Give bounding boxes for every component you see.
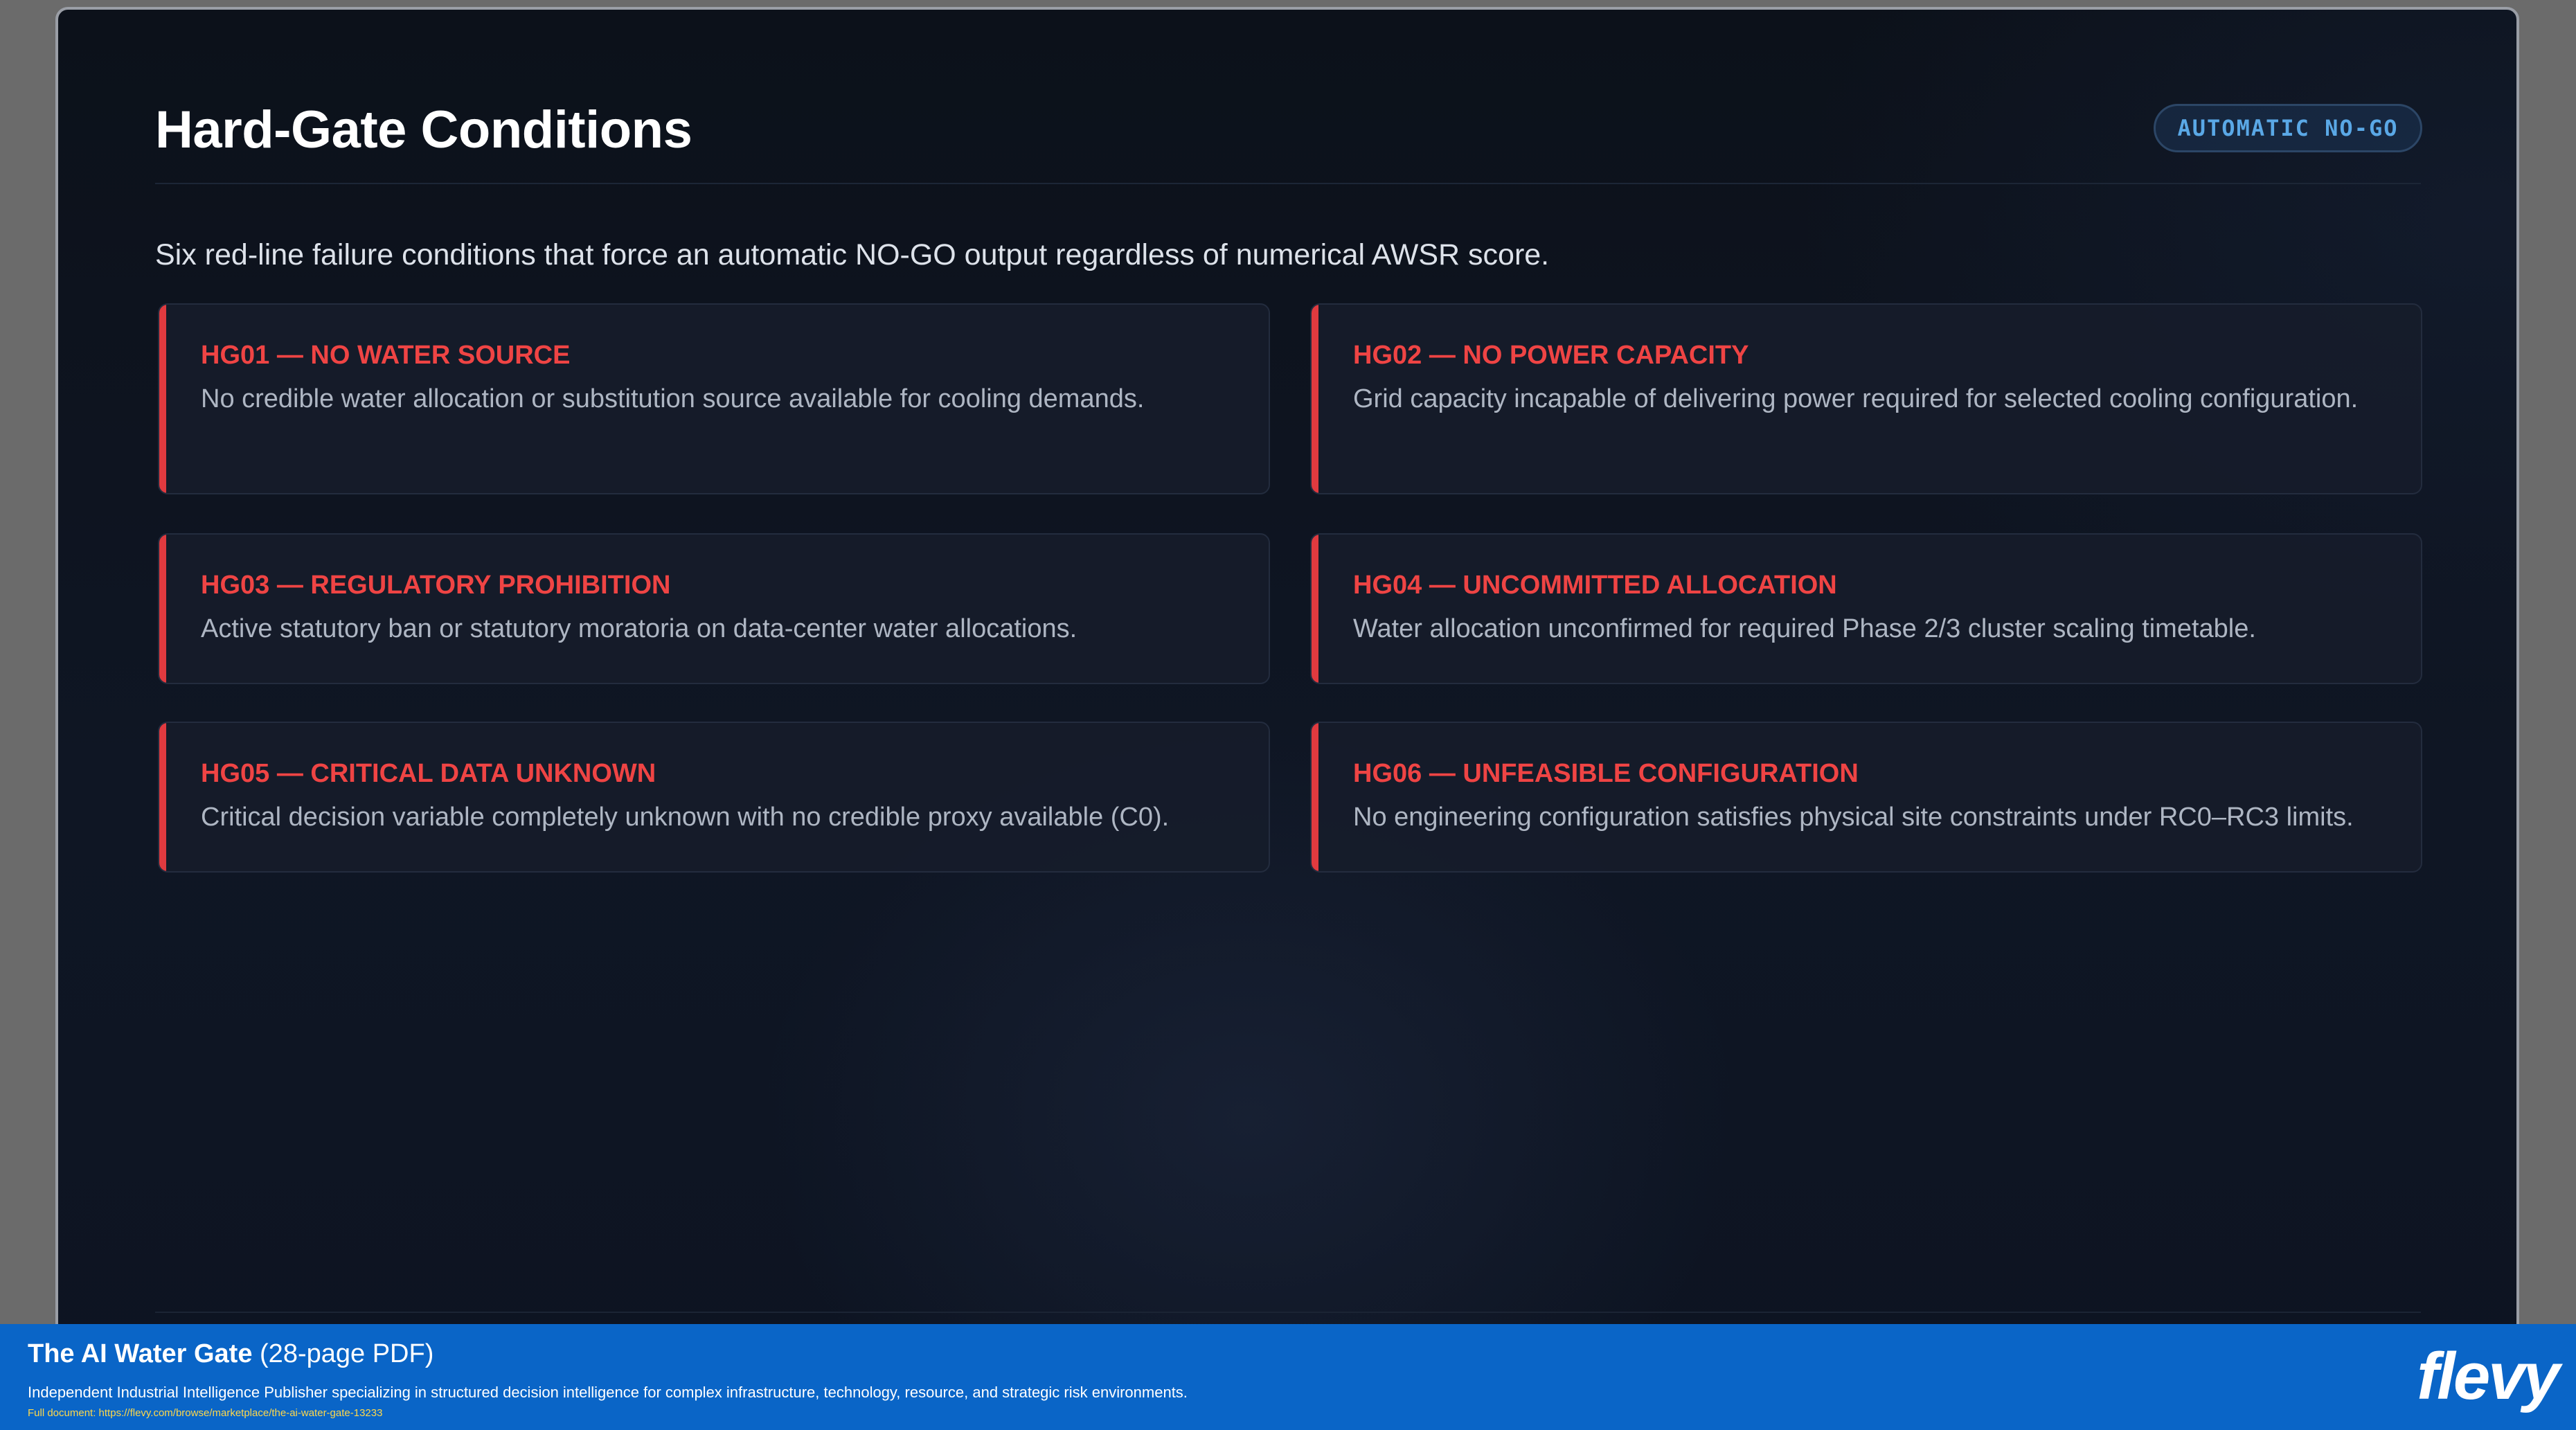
condition-description: Grid capacity incapable of delivering po…: [1353, 384, 2359, 413]
condition-title: HG06 — UNFEASIBLE CONFIGURATION: [1353, 759, 1859, 788]
automatic-no-go-badge: AUTOMATIC NO-GO: [2154, 104, 2422, 152]
condition-title: HG03 — REGULATORY PROHIBITION: [201, 571, 671, 600]
condition-description: Critical decision variable completely un…: [201, 803, 1170, 832]
publisher-description: Independent Industrial Intelligence Publ…: [28, 1384, 1188, 1401]
condition-description: No engineering configuration satisfies p…: [1353, 803, 2354, 832]
document-footer: The AI Water Gate (28-page PDF) Independ…: [0, 1324, 2576, 1430]
condition-card-hg02: HG02 — NO POWER CAPACITY Grid capacity i…: [1310, 303, 2422, 494]
condition-card-hg04: HG04 — UNCOMMITTED ALLOCATION Water allo…: [1310, 533, 2422, 684]
slide: Hard-Gate Conditions AUTOMATIC NO-GO Six…: [55, 7, 2519, 1420]
flevy-logo[interactable]: flevy: [2417, 1343, 2560, 1410]
condition-description: Active statutory ban or statutory morato…: [201, 614, 1077, 643]
slide-subtitle: Six red-line failure conditions that for…: [155, 238, 1550, 271]
condition-title: HG01 — NO WATER SOURCE: [201, 341, 571, 370]
bottom-divider: [155, 1312, 2421, 1313]
condition-title: HG02 — NO POWER CAPACITY: [1353, 341, 1749, 370]
page-count: (28-page PDF): [260, 1339, 434, 1368]
title-divider: [155, 183, 2421, 184]
footer-title: The AI Water Gate (28-page PDF): [28, 1339, 433, 1369]
condition-card-hg05: HG05 — CRITICAL DATA UNKNOWN Critical de…: [158, 722, 1270, 873]
condition-title: HG04 — UNCOMMITTED ALLOCATION: [1353, 571, 1837, 600]
condition-description: No credible water allocation or substitu…: [201, 384, 1145, 413]
slide-title: Hard-Gate Conditions: [155, 100, 692, 159]
condition-card-hg03: HG03 — REGULATORY PROHIBITION Active sta…: [158, 533, 1270, 684]
document-name: The AI Water Gate: [28, 1339, 253, 1368]
condition-description: Water allocation unconfirmed for require…: [1353, 614, 2256, 643]
condition-title: HG05 — CRITICAL DATA UNKNOWN: [201, 759, 656, 788]
condition-card-hg06: HG06 — UNFEASIBLE CONFIGURATION No engin…: [1310, 722, 2422, 873]
full-document-link[interactable]: Full document: https://flevy.com/browse/…: [28, 1407, 382, 1419]
condition-card-hg01: HG01 — NO WATER SOURCE No credible water…: [158, 303, 1270, 494]
